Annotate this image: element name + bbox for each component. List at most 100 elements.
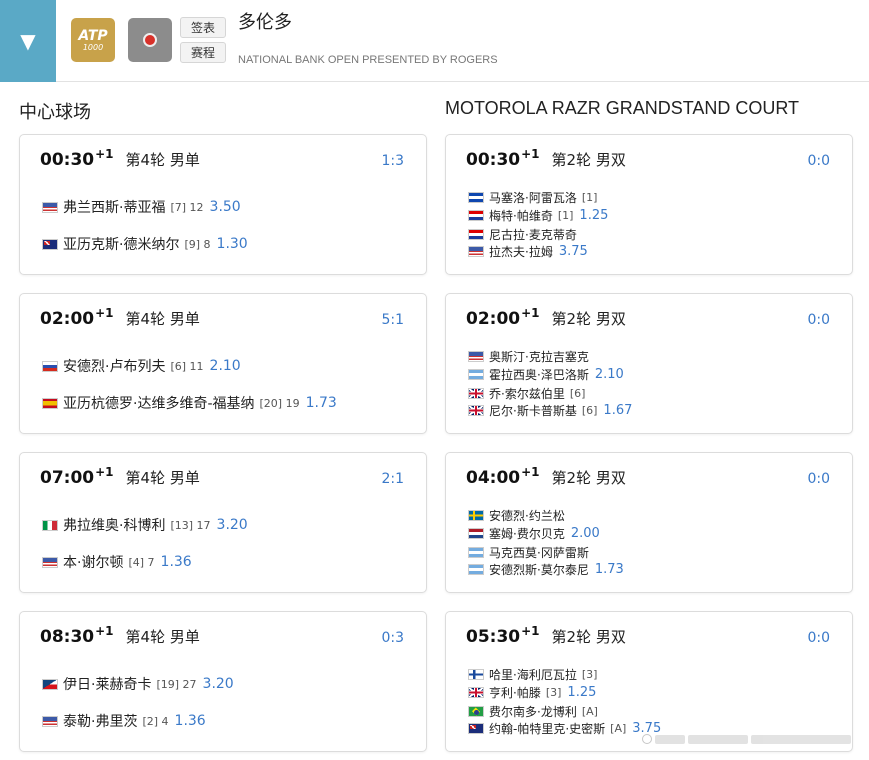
es-flag-icon	[42, 397, 58, 409]
match-round: 第2轮 男双	[551, 469, 626, 487]
match-card[interactable]: 02:00 +1 第4轮 男单 5:1 安德烈·卢布列夫 [6] 11 2.10 亚历杭德罗·…	[19, 293, 427, 434]
player-name[interactable]: 塞姆·费尔贝克	[489, 525, 565, 542]
next-day-marker: +1	[95, 147, 114, 161]
betting-odds[interactable]: 1.36	[175, 713, 206, 729]
match-time: 00:30	[466, 150, 521, 170]
betting-odds[interactable]: 2.10	[210, 358, 241, 374]
match-round: 第4轮 男单	[125, 469, 200, 487]
tournament-name: NATIONAL BANK OPEN PRESENTED BY ROGERS	[238, 54, 498, 66]
gb-flag-icon	[468, 388, 484, 399]
player-name[interactable]: 泰勒·弗里茨	[63, 711, 137, 731]
betting-odds[interactable]: 3.20	[203, 676, 234, 692]
match-header: 00:30 +1 第2轮 男双 0:0	[466, 147, 830, 175]
player-name[interactable]: 马克西莫·冈萨雷斯	[489, 544, 589, 561]
it-flag-icon	[42, 519, 58, 531]
player-row: 奥斯汀·克拉吉塞克	[468, 348, 589, 365]
player-seed: [13] 17	[170, 518, 211, 532]
player-row: 本·谢尔顿 [4] 7 1.36	[42, 552, 192, 572]
match-score[interactable]: 0:0	[807, 471, 830, 487]
betting-odds[interactable]: 1.25	[567, 685, 596, 700]
player-name[interactable]: 霍拉西奥·泽巴洛斯	[489, 366, 589, 383]
us-flag-icon	[468, 351, 484, 362]
player-name[interactable]: 梅特·帕维奇	[489, 207, 553, 224]
player-row: 弗拉维奥·科博利 [13] 17 3.20	[42, 515, 248, 535]
court-title-grandstand: MOTOROLA RAZR GRANDSTAND COURT	[445, 98, 800, 118]
match-card[interactable]: 07:00 +1 第4轮 男单 2:1 弗拉维奥·科博利 [13] 17 3.20 本·谢尔顿…	[19, 452, 427, 593]
player-name[interactable]: 亨利·帕滕	[489, 684, 541, 701]
match-card[interactable]: 04:00 +1 第2轮 男双 0:0 安德烈·约兰松 塞姆·费尔贝克 2.00 马克西莫·冈…	[445, 452, 853, 593]
match-card[interactable]: 00:30 +1 第2轮 男双 0:0 马塞洛·阿雷瓦洛 [1] 梅特·帕维奇 [1] 1.25…	[445, 134, 853, 275]
player-row: 安德烈·约兰松	[468, 507, 565, 524]
player-name[interactable]: 亚历克斯·德米纳尔	[63, 234, 179, 254]
us-flag-icon	[42, 715, 58, 727]
se-flag-icon	[468, 510, 484, 521]
player-row: 安德烈·卢布列夫 [6] 11 2.10	[42, 356, 241, 376]
court-title-center: 中心球场	[19, 102, 91, 123]
collapse-toggle-button[interactable]: ▼	[0, 0, 56, 82]
fi-flag-icon	[468, 669, 484, 680]
betting-odds[interactable]: 3.75	[559, 244, 588, 259]
player-name[interactable]: 乔·索尔兹伯里	[489, 385, 565, 402]
player-name[interactable]: 尼尔·斯卡普斯基	[489, 402, 577, 419]
betting-odds[interactable]: 1.73	[306, 395, 337, 411]
player-name[interactable]: 亚历杭德罗·达维多维奇-福基纳	[63, 393, 255, 413]
match-score[interactable]: 5:1	[381, 312, 404, 328]
match-score[interactable]: 0:3	[381, 630, 404, 646]
tournament-header: ▼ ATP 1000 签表 赛程 多伦多 NATIONAL BANK OPEN …	[0, 0, 869, 82]
betting-odds[interactable]: 2.00	[571, 526, 600, 541]
player-name[interactable]: 弗拉维奥·科博利	[63, 515, 165, 535]
match-score[interactable]: 1:3	[381, 153, 404, 169]
match-score[interactable]: 0:0	[807, 312, 830, 328]
watermark	[642, 728, 862, 750]
player-row: 塞姆·费尔贝克 2.00	[468, 525, 600, 542]
match-card[interactable]: 02:00 +1 第2轮 男双 0:0 奥斯汀·克拉吉塞克 霍拉西奥·泽巴洛斯 2.10 乔·…	[445, 293, 853, 434]
national-bank-logo	[128, 18, 172, 62]
player-name[interactable]: 安德烈·卢布列夫	[63, 356, 165, 376]
player-name[interactable]: 安德烈·约兰松	[489, 507, 565, 524]
player-seed: [20] 19	[259, 396, 300, 410]
betting-odds[interactable]: 1.36	[161, 554, 192, 570]
player-name[interactable]: 费尔南多·龙博利	[489, 703, 577, 720]
player-name[interactable]: 马塞洛·阿雷瓦洛	[489, 189, 577, 206]
match-score[interactable]: 0:0	[807, 630, 830, 646]
player-row: 亨利·帕滕 [3] 1.25	[468, 684, 596, 701]
schedule-button[interactable]: 赛程	[180, 42, 226, 63]
next-day-marker: +1	[521, 465, 540, 479]
match-header: 02:00 +1 第4轮 男单 5:1	[40, 306, 404, 334]
betting-odds[interactable]: 2.10	[595, 367, 624, 382]
betting-odds[interactable]: 1.67	[603, 403, 632, 418]
player-name[interactable]: 奥斯汀·克拉吉塞克	[489, 348, 589, 365]
player-name[interactable]: 弗兰西斯·蒂亚福	[63, 197, 165, 217]
ar-flag-icon	[468, 369, 484, 380]
match-card[interactable]: 08:30 +1 第4轮 男单 0:3 伊日·莱赫奇卡 [19] 27 3.20 泰勒·弗里茨…	[19, 611, 427, 752]
player-seed: [A]	[581, 705, 598, 718]
hr-flag-icon	[468, 210, 484, 221]
player-name[interactable]: 安德烈斯·莫尔泰尼	[489, 561, 589, 578]
player-row: 亚历克斯·德米纳尔 [9] 8 1.30	[42, 234, 248, 254]
betting-odds[interactable]: 3.50	[210, 199, 241, 215]
betting-odds[interactable]: 1.73	[595, 562, 624, 577]
match-score[interactable]: 0:0	[807, 153, 830, 169]
match-card[interactable]: 00:30 +1 第4轮 男单 1:3 弗兰西斯·蒂亚福 [7] 12 3.50 亚历克斯·德…	[19, 134, 427, 275]
match-score[interactable]: 2:1	[381, 471, 404, 487]
betting-odds[interactable]: 1.25	[579, 208, 608, 223]
sv-flag-icon	[468, 192, 484, 203]
player-name[interactable]: 约翰-帕特里克·史密斯	[489, 720, 605, 737]
betting-odds[interactable]: 3.20	[217, 517, 248, 533]
player-name[interactable]: 哈里·海利厄瓦拉	[489, 666, 577, 683]
player-seed: [19] 27	[156, 677, 197, 691]
cz-flag-icon	[42, 678, 58, 690]
hr-flag-icon	[468, 229, 484, 240]
gb-flag-icon	[468, 405, 484, 416]
player-name[interactable]: 伊日·莱赫奇卡	[63, 674, 151, 694]
betting-odds[interactable]: 1.30	[217, 236, 248, 252]
au-flag-icon	[468, 723, 484, 734]
draw-button[interactable]: 签表	[180, 17, 226, 38]
next-day-marker: +1	[95, 306, 114, 320]
player-name[interactable]: 本·谢尔顿	[63, 552, 123, 572]
player-name[interactable]: 拉杰夫·拉姆	[489, 243, 553, 260]
atp-1000-logo: ATP 1000	[71, 18, 115, 62]
player-row: 哈里·海利厄瓦拉 [3]	[468, 666, 597, 683]
player-name[interactable]: 尼古拉·麦克蒂奇	[489, 226, 577, 243]
player-row: 乔·索尔兹伯里 [6]	[468, 385, 585, 402]
